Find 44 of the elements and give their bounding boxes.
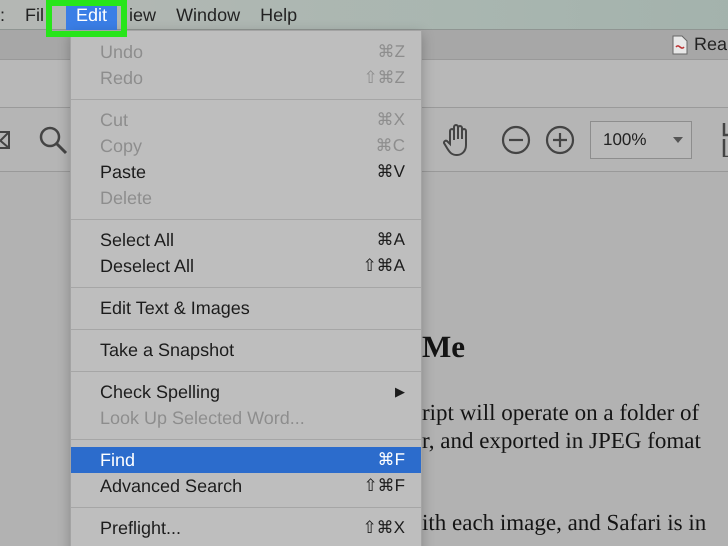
document-text-line: ith each image, and Safari is in [422,509,708,537]
menu-item-label: Check Spelling [100,380,220,404]
menu-item[interactable]: Deselect All ⇧⌘A [71,253,421,279]
document-text-line: r, and exported in JPEG fomat [422,427,702,455]
shortcut-text: ⇧⌘A [362,255,405,278]
mail-icon[interactable] [0,130,10,148]
menu-item-label: Paste [100,160,146,184]
menu-bar-item[interactable]: : [0,0,16,30]
pdf-document-icon [672,34,688,54]
menu-bar-item[interactable]: Fil [15,0,44,30]
document-heading: Me [422,328,466,365]
zoom-out-icon[interactable] [501,124,531,154]
menu-item[interactable]: Select All ⌘A [71,227,421,253]
shortcut-text: ⌘F [378,449,405,472]
document-text-line: ript will operate on a folder of [422,399,700,427]
shortcut-text: ⌘V [376,161,405,184]
menu-item[interactable]: Edit Text & Images [71,295,421,321]
panel-icon[interactable] [722,122,728,156]
menu-item-label: Select All [100,228,174,252]
menu-bar-item[interactable]: Window [166,0,250,30]
zoom-in-icon[interactable] [545,124,575,154]
zoom-dropdown[interactable]: 100% [590,120,692,158]
menu-item-label: Deselect All [100,254,194,278]
shortcut-text: ⇧⌘F [364,475,405,498]
menu-bar-item[interactable]: Help [250,0,308,30]
menu-item[interactable]: Find ⌘F [71,447,421,473]
caret-icon [673,136,683,142]
shortcut-text: ⌘A [376,229,405,252]
menu-item-label: Advanced Search [100,474,242,498]
search-icon[interactable] [38,124,68,154]
menu-bar-item[interactable]: iew [129,0,166,30]
menu-item[interactable]: Take a Snapshot [71,337,421,363]
menu-item[interactable]: Paste ⌘V [71,159,421,185]
document-tab[interactable]: Rea [694,31,727,58]
menu-item-label: Take a Snapshot [100,338,234,362]
menu-item-label: Edit Text & Images [100,296,250,320]
zoom-value: 100% [603,128,646,151]
menu-item-label: Preflight... [100,516,182,540]
menu-item-label: Find [100,448,136,472]
menu-item[interactable]: Preflight... ⇧⌘X [71,515,421,541]
menu-item[interactable]: Check Spelling ▶ [71,379,421,405]
shortcut-text: ⇧⌘X [362,517,405,540]
menu-item[interactable]: Advanced Search ⇧⌘F [71,473,421,499]
submenu-arrow: ▶ [395,383,405,402]
